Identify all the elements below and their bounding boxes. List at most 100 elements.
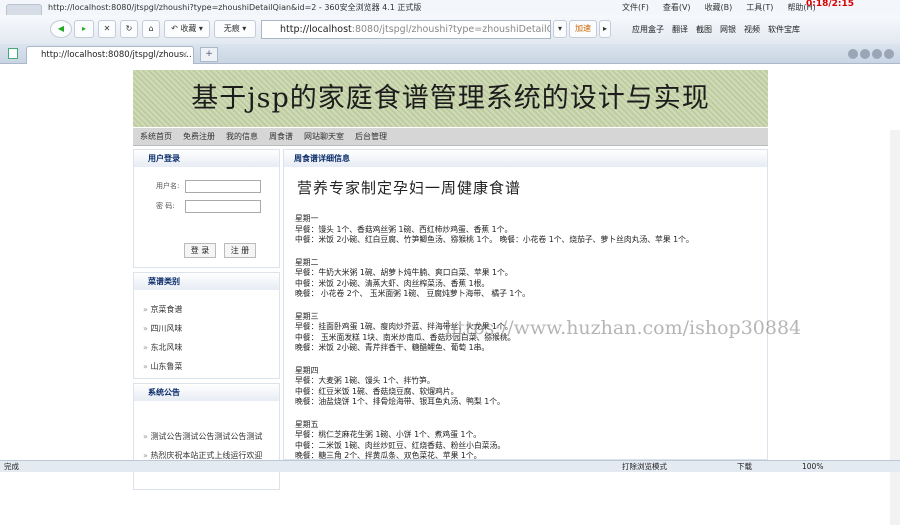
category-link[interactable]: 东北风味 — [134, 342, 279, 361]
login-box: 用户登录 用户名: 密 码: 登 录 注 册 — [133, 149, 280, 268]
stop-icon[interactable]: ✕ — [98, 20, 116, 38]
meal-line: 晚餐： 小花卷 2个、 玉米面粥 1碗、 豆腐炖萝卜海带、 橘子 1个。 — [295, 289, 530, 298]
recipe-heading: 营养专家制定孕妇一周健康食谱 — [297, 179, 522, 197]
recipe-day: 星期五 早餐：桃仁芝麻花生粥 1碗、小饼 1个、煮鸡蛋 1个。 中餐：二米饭 1碗、… — [295, 419, 767, 460]
tool-links: 应用盒子 翻译 截图 网银 视频 软件宝库 — [632, 24, 800, 35]
timer-overlay: 0:18/2:15 — [806, 0, 855, 9]
meal-line: 中餐：米饭 2小碗、清蒸大虾、肉丝榨菜汤、香蕉 1根。 — [295, 278, 490, 288]
tool-video[interactable]: 视频 — [744, 24, 760, 35]
notice-title: 系统公告 — [134, 384, 279, 401]
day-name: 星期一 — [295, 214, 319, 223]
login-button[interactable]: 登 录 — [184, 243, 216, 258]
meal-line: 晚餐：糖三角 2个、拌黄瓜条、双色菜花、苹果 1个。 — [295, 451, 482, 460]
browser-tab[interactable]: http://localhost:8080/jtspgl/zhous... × — [26, 46, 194, 64]
password-label: 密 码: — [156, 202, 175, 210]
site-banner: 基于jsp的家庭食谱管理系统的设计与实现 — [133, 70, 768, 127]
zoom-level[interactable]: 100% — [802, 461, 823, 472]
tool-screenshot[interactable]: 截图 — [696, 24, 712, 35]
meal-line: 早餐：牛奶大米粥 1碗、胡萝卜炖牛腩、爽口白菜、苹果 1个。 — [295, 268, 513, 277]
favorites-label: 收藏 — [180, 24, 197, 33]
go-icon[interactable]: ▸ — [599, 20, 611, 38]
tab-control-icon[interactable] — [860, 49, 870, 59]
sidebar-toggle-icon[interactable] — [8, 48, 18, 59]
tool-software[interactable]: 软件宝库 — [768, 24, 800, 35]
tool-translate[interactable]: 翻译 — [672, 24, 688, 35]
address-path: :8080/jtspgl/zhoushi?type=zhoushiDetailQ… — [351, 24, 551, 35]
download-button[interactable]: 下载 — [737, 461, 752, 472]
password-input[interactable] — [185, 200, 261, 213]
back-icon[interactable]: ◀ — [50, 20, 72, 38]
nav-weekly-recipes[interactable]: 周食谱 — [269, 128, 293, 145]
recipe-day: 星期四 早餐：大麦粥 1碗、馒头 1个、拌竹笋。 中餐：红豆米饭 1碗、香菇烧豆腐、… — [295, 366, 767, 408]
recipe-day: 星期一 早餐：馒头 1个、香菇鸡丝粥 1碗、西红柿炒鸡蛋、香蕉 1个。 中餐：米饭 … — [295, 214, 767, 246]
meal-line: 中餐：二米饭 1碗、肉丝炒豇豆、红烧香菇、粉丝小白菜汤。 — [295, 440, 506, 450]
notice-link[interactable]: 测试公告测试公告测试公告测试 — [134, 431, 279, 450]
day-name: 星期四 — [295, 365, 319, 375]
menu-bar: 文件(F) 查看(V) 收藏(B) 工具(T) 帮助(H) — [622, 2, 816, 13]
tool-app-box[interactable]: 应用盒子 — [632, 24, 664, 35]
tab-title: http://localhost:8080/jtspgl/zhous... — [41, 50, 192, 60]
meal-line: 晚餐：米饭 2小碗、青芹拌香干、糖醋鲤鱼、葡萄 1串。 — [295, 343, 490, 352]
menu-tools[interactable]: 工具(T) — [746, 2, 773, 13]
username-label: 用户名: — [156, 182, 180, 190]
home-icon[interactable]: ⌂ — [142, 20, 160, 38]
meal-line: 中餐：红豆米饭 1碗、香菇烧豆腐、软熘鸡片。 — [295, 386, 459, 396]
status-text: 完成 — [4, 462, 19, 471]
tab-bar: http://localhost:8080/jtspgl/zhous... × + — [0, 44, 900, 64]
nav-chat-room[interactable]: 网站聊天室 — [304, 128, 344, 145]
day-name: 星期五 — [295, 419, 319, 429]
login-title: 用户登录 — [134, 150, 279, 167]
category-link[interactable]: 山东鲁菜 — [134, 361, 279, 380]
category-title: 菜谱类别 — [134, 273, 279, 290]
sidebar: 用户登录 用户名: 密 码: 登 录 注 册 菜谱类别 京菜食谱 四川风味 东北… — [133, 149, 280, 494]
meal-line: 晚餐：油盐烧饼 1个、排骨烩海带、银耳鱼丸汤、鸭梨 1个。 — [295, 397, 505, 406]
recipe-detail-panel: 周食谱详细信息 营养专家制定孕妇一周健康食谱 星期一 早餐：馒头 1个、香菇鸡丝粥… — [283, 149, 768, 460]
tab-control-icon[interactable] — [884, 49, 894, 59]
category-box: 菜谱类别 京菜食谱 四川风味 东北风味 山东鲁菜 — [133, 272, 280, 379]
menu-view[interactable]: 查看(V) — [663, 2, 691, 13]
no-trace-label: 无痕 — [223, 24, 240, 33]
meal-line: 中餐：米饭 2小碗、红白豆腐、竹笋鲫鱼汤、猕猴桃 1个。 晚餐：小花卷 1个、烧… — [295, 235, 694, 244]
watermark: https://www.huzhan.com/ishop30884 — [445, 317, 802, 339]
nav-admin[interactable]: 后台管理 — [355, 128, 387, 145]
category-link[interactable]: 京菜食谱 — [134, 304, 279, 323]
meal-line: 早餐：桃仁芝麻花生粥 1碗、小饼 1个、煮鸡蛋 1个。 — [295, 430, 482, 439]
browser-toolbar: ◀ ▸ ✕ ↻ ⌂ ↶ 收藏 ▾ 无痕 ▾ http://localhost:8… — [0, 15, 900, 44]
address-bar[interactable]: http://localhost:8080/jtspgl/zhoushi?typ… — [261, 20, 551, 39]
nav-home[interactable]: 系统首页 — [140, 128, 172, 145]
address-host: http://localhost — [280, 24, 352, 35]
site-title: 基于jsp的家庭食谱管理系统的设计与实现 — [191, 83, 710, 114]
window-title: http://localhost:8080/jtspgl/zhoushi?typ… — [48, 3, 422, 12]
tab-control-icon[interactable] — [872, 49, 882, 59]
accelerate-button[interactable]: 加速 — [569, 20, 597, 38]
username-input[interactable] — [185, 180, 261, 193]
accelerate-label: 加速 — [575, 24, 591, 33]
refresh-icon[interactable]: ↻ — [120, 20, 138, 38]
menu-file[interactable]: 文件(F) — [622, 2, 649, 13]
site-nav: 系统首页 免费注册 我的信息 周食谱 网站聊天室 后台管理 — [133, 128, 768, 146]
meal-line: 早餐：大麦粥 1碗、馒头 1个、拌竹笋。 — [295, 376, 435, 385]
close-tab-icon[interactable]: × — [181, 47, 188, 63]
notice-box: 系统公告 测试公告测试公告测试公告测试 热烈庆祝本站正式上线运行欢迎 — [133, 383, 280, 490]
forward-icon[interactable]: ▸ — [74, 20, 94, 38]
address-dropdown-icon[interactable]: ▾ — [553, 20, 567, 38]
no-trace-button[interactable]: 无痕 ▾ — [214, 20, 256, 38]
recipe-day: 星期二 早餐：牛奶大米粥 1碗、胡萝卜炖牛腩、爽口白菜、苹果 1个。 中餐：米饭 2… — [295, 258, 767, 300]
new-tab-button[interactable]: + — [200, 47, 218, 62]
register-button[interactable]: 注 册 — [224, 243, 256, 258]
favorites-button[interactable]: ↶ 收藏 ▾ — [164, 20, 210, 38]
tool-bank[interactable]: 网银 — [720, 24, 736, 35]
meal-line: 早餐：馒头 1个、香菇鸡丝粥 1碗、西红柿炒鸡蛋、香蕉 1个。 — [295, 224, 513, 234]
browse-mode-toggle[interactable]: 打除浏览模式 — [622, 461, 667, 472]
status-bar: 完成 打除浏览模式 下载 100% — [0, 460, 900, 472]
page-content: 基于jsp的家庭食谱管理系统的设计与实现 系统首页 免费注册 我的信息 周食谱 … — [0, 65, 900, 525]
window-title-bar: http://localhost:8080/jtspgl/zhoushi?typ… — [0, 0, 900, 15]
day-name: 星期二 — [295, 257, 319, 267]
category-link[interactable]: 四川风味 — [134, 323, 279, 342]
nav-my-info[interactable]: 我的信息 — [226, 128, 258, 145]
tab-control-icon[interactable] — [848, 49, 858, 59]
menu-favorites[interactable]: 收藏(B) — [705, 2, 733, 13]
nav-register[interactable]: 免费注册 — [183, 128, 215, 145]
tab-controls — [848, 49, 894, 59]
section-title: 周食谱详细信息 — [284, 150, 767, 167]
